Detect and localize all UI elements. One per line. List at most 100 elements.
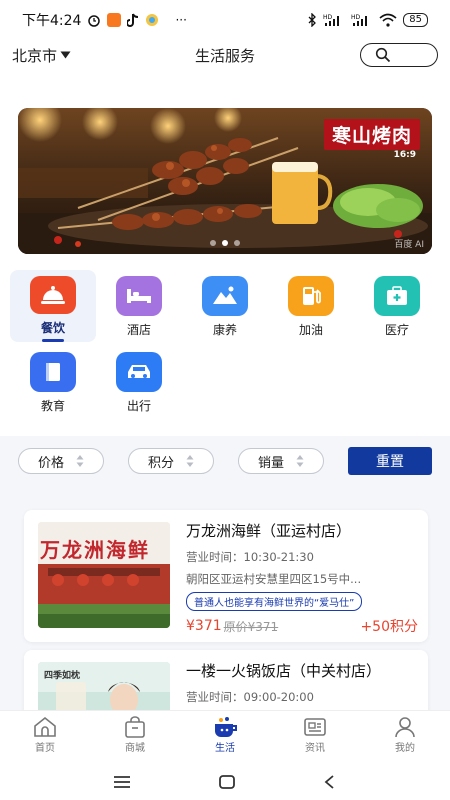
status-bar: 下午4:24 ··· HD HD 85 [0, 0, 450, 40]
shopping-bag-icon [125, 716, 145, 738]
browser-icon [146, 14, 159, 26]
category-label: 康养 [212, 323, 237, 337]
store-info: 一楼一火锅饭店（中关村店） 营业时间：09:00-20:00 [186, 660, 418, 705]
store-image: 四季如枕 [38, 662, 170, 710]
category-education[interactable]: 教育 [10, 346, 96, 416]
tab-label: 资讯 [305, 743, 325, 754]
caret-down-icon [60, 51, 71, 59]
menu-icon[interactable] [113, 775, 131, 789]
sort-label: 积分 [147, 455, 174, 471]
mountain-icon [202, 276, 248, 316]
alarm-icon [88, 15, 101, 27]
wifi-icon [379, 13, 397, 27]
sort-label: 价格 [37, 455, 64, 471]
category-label: 教育 [40, 399, 65, 413]
medical-kit-icon [374, 276, 420, 316]
store-name: 万龙洲海鲜（亚运村店） [186, 522, 352, 540]
sort-arrows-icon [296, 455, 304, 467]
banner-dot[interactable] [210, 240, 216, 246]
store-image: 万龙洲海鲜 [38, 522, 170, 628]
search-icon [375, 47, 391, 63]
category-wellness[interactable]: 康养 [182, 270, 268, 340]
category-medical[interactable]: 医疗 [354, 270, 440, 340]
life-cup-icon [215, 717, 237, 737]
top-nav: 北京市 生活服务 [0, 40, 450, 70]
category-dining[interactable]: 餐饮 [10, 270, 96, 342]
banner-dot[interactable] [234, 240, 240, 246]
status-time: 下午4:24 [22, 13, 82, 29]
category-label: 医疗 [384, 323, 409, 337]
battery-icon: 85 [403, 13, 428, 27]
tab-profile[interactable]: 我的 [360, 711, 450, 764]
banner-dot[interactable] [222, 240, 228, 246]
sort-price-button[interactable]: 价格 [18, 448, 104, 474]
bed-icon [116, 276, 162, 316]
svg-text:HD: HD [351, 14, 361, 21]
category-fuel[interactable]: 加油 [268, 270, 354, 340]
city-label: 北京市 [12, 46, 58, 65]
selected-indicator [42, 339, 64, 342]
banner-pagination [18, 240, 432, 246]
back-icon[interactable] [323, 774, 337, 790]
bluetooth-icon [308, 13, 317, 27]
book-icon [30, 352, 76, 392]
sort-sales-button[interactable]: 销量 [238, 448, 324, 474]
tab-news[interactable]: 资讯 [270, 711, 360, 764]
tab-label: 我的 [395, 743, 415, 754]
tab-mall[interactable]: 商城 [90, 711, 180, 764]
banner-title: 寒山烤肉 [323, 119, 420, 150]
category-label: 餐饮 [40, 321, 65, 336]
dining-cloche-icon [30, 276, 76, 315]
sort-points-button[interactable]: 积分 [128, 448, 214, 474]
sort-arrows-icon [186, 455, 194, 467]
store-image-sign: 万龙洲海鲜 [40, 538, 150, 562]
store-card[interactable]: 万龙洲海鲜 万龙洲海鲜（亚运村店） 营业时间：10:30-21:30 朝阳区亚运… [24, 510, 428, 642]
store-hours: 营业时间：10:30-21:30 [186, 550, 314, 564]
store-tag: 普通人也能享有海鲜世界的“爱马仕” [186, 592, 363, 611]
store-price: ¥371 [186, 618, 222, 634]
store-address: 朝阳区亚运村安慧里四区15号中... [186, 572, 362, 586]
city-selector[interactable]: 北京市 [12, 45, 71, 66]
store-card[interactable]: 四季如枕 一楼一火锅饭店（中关村店） 营业时间：09:00-20:00 [24, 650, 428, 710]
signal-hd-icon: HD [351, 14, 368, 26]
search-button[interactable] [360, 43, 438, 67]
fuel-pump-icon [288, 276, 334, 316]
category-travel[interactable]: 出行 [96, 346, 182, 416]
bottom-tab-bar: 首页 商城 生活 资讯 我的 [0, 710, 450, 764]
store-info: 万龙洲海鲜（亚运村店） 营业时间：10:30-21:30 朝阳区亚运村安慧里四区… [186, 520, 418, 636]
category-hotel[interactable]: 酒店 [96, 270, 182, 340]
banner-ratio-label: 16:9 [393, 150, 416, 160]
store-points: +50积分 [360, 619, 418, 635]
category-label: 出行 [126, 399, 151, 413]
signal-hd-icon: HD [323, 14, 340, 26]
sort-arrows-icon [76, 455, 84, 467]
price-row: ¥371 原价¥371 +50积分 [186, 616, 418, 636]
promo-banner[interactable]: 寒山烤肉 16:9 百度 AI [18, 108, 432, 254]
tab-label: 生活 [215, 743, 235, 754]
tab-label: 商城 [125, 743, 145, 754]
store-list: 万龙洲海鲜 万龙洲海鲜（亚运村店） 营业时间：10:30-21:30 朝阳区亚运… [0, 486, 450, 710]
xiaomi-app-icon [107, 13, 122, 27]
store-hours: 营业时间：09:00-20:00 [186, 690, 314, 704]
sort-label: 销量 [257, 455, 284, 471]
banner-watermark: 百度 AI [394, 240, 424, 250]
tab-home[interactable]: 首页 [0, 711, 90, 764]
news-icon [304, 718, 326, 736]
profile-icon [395, 717, 415, 738]
system-nav-bar [0, 764, 450, 800]
home-icon [34, 716, 56, 737]
home-square-icon[interactable] [218, 774, 236, 790]
tiktok-icon [127, 13, 139, 27]
reset-button[interactable]: 重置 [348, 447, 432, 475]
car-icon [116, 352, 162, 392]
store-image-sign: 四季如枕 [44, 671, 81, 681]
tab-label: 首页 [35, 743, 55, 754]
store-name: 一楼一火锅饭店（中关村店） [186, 662, 382, 680]
filter-bar: 价格 积分 销量 重置 [0, 436, 450, 486]
store-original-price: 原价¥371 [223, 619, 279, 634]
category-label: 酒店 [126, 323, 151, 337]
svg-text:HD: HD [323, 14, 333, 21]
category-label: 加油 [298, 323, 323, 337]
more-dots-icon: ··· [175, 13, 187, 27]
tab-life[interactable]: 生活 [180, 711, 270, 764]
